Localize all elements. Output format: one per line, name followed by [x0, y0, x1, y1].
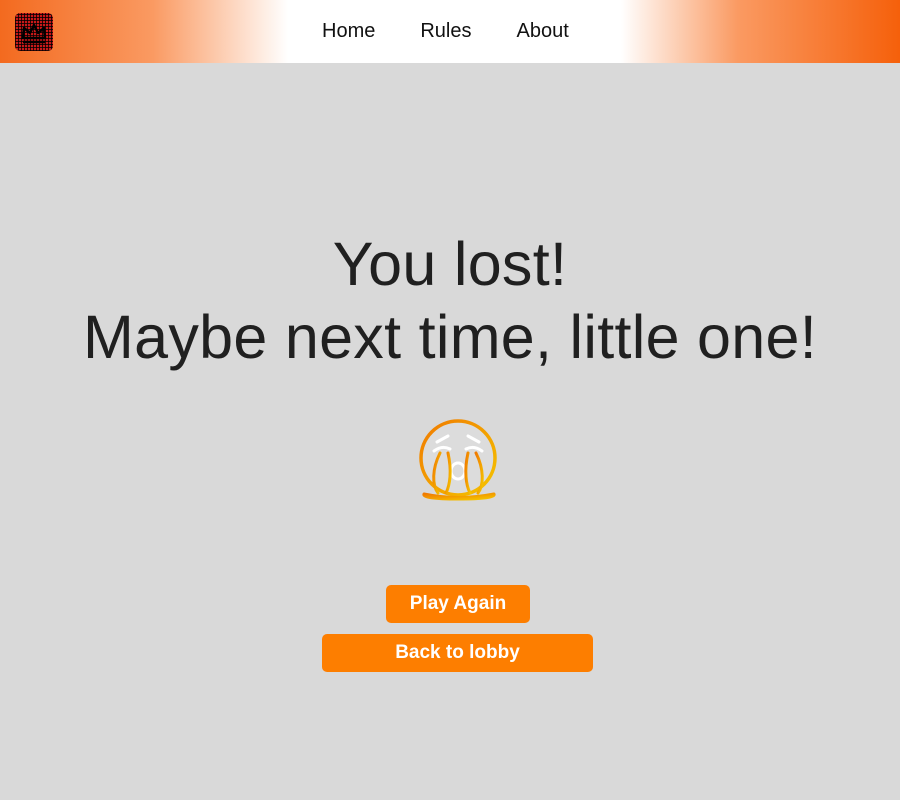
back-to-lobby-button[interactable]: Back to lobby — [322, 634, 593, 672]
crown-icon — [21, 23, 47, 44]
result-title: You lost! — [332, 230, 568, 298]
play-again-button[interactable]: Play Again — [386, 585, 530, 623]
navbar: Home Rules About — [0, 0, 900, 63]
loudly-crying-face-icon — [418, 419, 500, 501]
nav-about-link[interactable]: About — [517, 20, 569, 43]
nav-links: Home Rules About — [322, 0, 569, 63]
result-message: You lost! Maybe next time, little one! — [0, 228, 900, 374]
nav-home-link[interactable]: Home — [322, 20, 375, 43]
result-subtitle: Maybe next time, little one! — [83, 303, 817, 371]
logo-icon[interactable] — [15, 13, 53, 51]
nav-rules-link[interactable]: Rules — [420, 20, 471, 43]
